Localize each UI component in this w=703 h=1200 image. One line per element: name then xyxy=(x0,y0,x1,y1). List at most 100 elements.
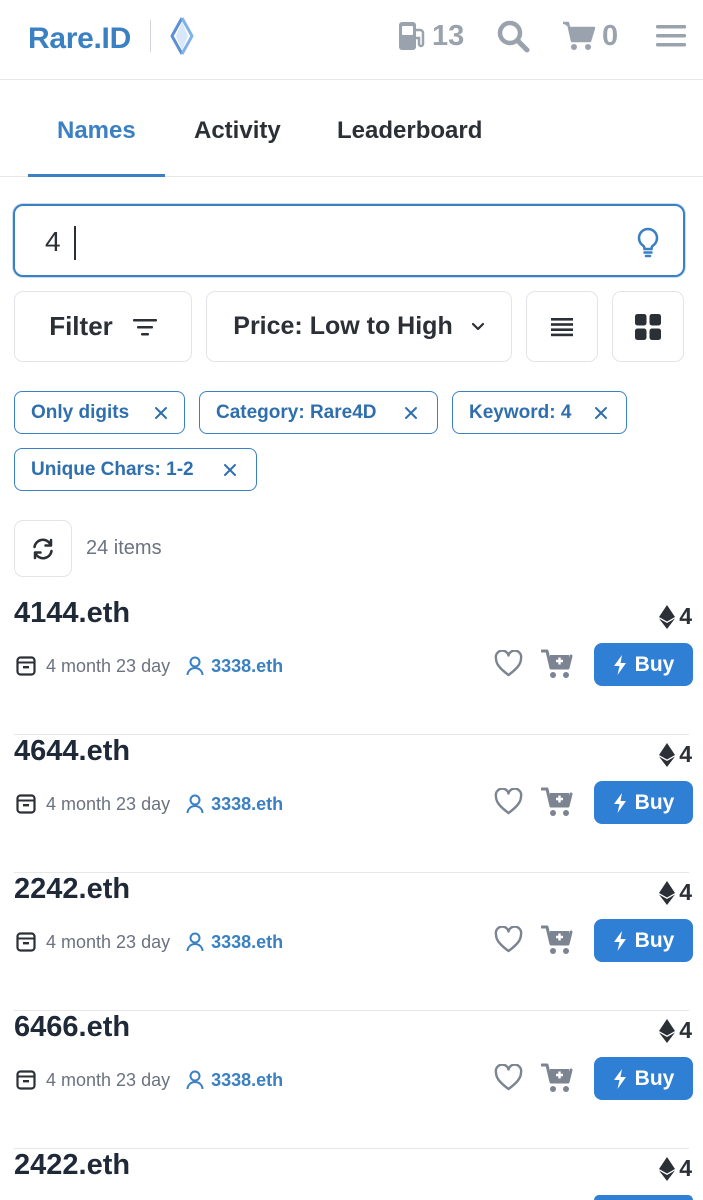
tab-leaderboard[interactable]: Leaderboard xyxy=(337,117,482,145)
listing-meta: 4 month 23 day 3338.eth xyxy=(16,653,283,679)
listing-price: 4 xyxy=(659,603,692,630)
close-icon[interactable] xyxy=(403,405,419,421)
ethereum-icon xyxy=(659,880,676,905)
logo-divider xyxy=(150,20,151,52)
search-button[interactable] xyxy=(496,18,530,54)
sort-select[interactable]: Price: Low to High xyxy=(206,291,512,362)
user-icon xyxy=(186,932,204,952)
grid-view-button[interactable] xyxy=(612,291,684,362)
buy-button[interactable]: Buy xyxy=(594,1057,693,1100)
filter-label: Filter xyxy=(49,311,113,341)
listing-name[interactable]: 2242.eth xyxy=(14,873,130,906)
add-to-cart-icon[interactable] xyxy=(541,924,575,956)
listing-owner[interactable]: 3338.eth xyxy=(211,656,283,677)
close-icon[interactable] xyxy=(222,462,238,478)
listing-meta: 4 month 23 day 3338.eth xyxy=(16,929,283,955)
list-item[interactable]: 4644.eth 4 4 month 23 day 3338.eth Buy xyxy=(0,735,703,873)
add-to-cart-icon[interactable] xyxy=(541,1062,575,1094)
lightning-icon xyxy=(613,1068,626,1089)
close-icon[interactable] xyxy=(593,405,609,421)
rare-id-logo-icon xyxy=(170,17,194,55)
price-value: 4 xyxy=(679,741,692,767)
close-icon[interactable] xyxy=(153,405,169,421)
listing-name[interactable]: 4644.eth xyxy=(14,735,130,768)
chip-only-digits[interactable]: Only digits xyxy=(14,391,185,434)
gas-pump-icon xyxy=(399,22,425,50)
chip-label: Category: Rare4D xyxy=(216,401,377,423)
chevron-down-icon xyxy=(471,322,484,330)
listing-price: 4 xyxy=(659,741,692,768)
listing-age: 4 month 23 day xyxy=(46,931,171,952)
add-to-cart-icon[interactable] xyxy=(541,648,575,680)
active-tab-indicator xyxy=(28,174,165,177)
calendar-icon xyxy=(16,1070,36,1090)
search-input[interactable] xyxy=(45,224,605,260)
search-box[interactable] xyxy=(13,204,685,277)
buy-label: Buy xyxy=(634,1066,675,1090)
chip-category[interactable]: Category: Rare4D xyxy=(199,391,438,434)
ethereum-icon xyxy=(659,742,676,767)
listing-price: 4 xyxy=(659,1017,692,1044)
price-value: 4 xyxy=(679,879,692,905)
menu-icon xyxy=(656,25,686,47)
menu-button[interactable] xyxy=(656,18,686,54)
text-caret xyxy=(74,226,76,260)
cart-button[interactable]: 0 xyxy=(562,18,618,54)
buy-button[interactable]: Buy xyxy=(594,919,693,962)
price-value: 4 xyxy=(679,1017,692,1043)
buy-label: Buy xyxy=(634,790,675,814)
heart-icon[interactable] xyxy=(494,1064,523,1091)
ethereum-icon xyxy=(659,1156,676,1181)
price-value: 4 xyxy=(679,1155,692,1181)
listing-name[interactable]: 6466.eth xyxy=(14,1011,130,1044)
search-icon xyxy=(497,20,530,53)
user-icon xyxy=(186,656,204,676)
chip-label: Keyword: 4 xyxy=(469,401,572,423)
list-item[interactable]: 6466.eth 4 4 month 23 day 3338.eth Buy xyxy=(0,1011,703,1149)
listing-name[interactable]: 2422.eth xyxy=(14,1149,130,1182)
tab-names[interactable]: Names xyxy=(57,117,136,145)
listing-age: 4 month 23 day xyxy=(46,793,171,814)
items-count: 24 items xyxy=(86,537,162,559)
list-item[interactable]: 4144.eth 4 4 month 23 day 3338.eth Buy xyxy=(0,597,703,735)
grid-view-icon xyxy=(635,313,661,340)
listing-owner[interactable]: 3338.eth xyxy=(211,932,283,953)
calendar-icon xyxy=(16,656,36,676)
list-item[interactable]: 2422.eth 4 xyxy=(0,1149,703,1200)
buy-button[interactable]: Buy xyxy=(594,643,693,686)
buy-button[interactable]: Buy xyxy=(594,781,693,824)
heart-icon[interactable] xyxy=(494,650,523,677)
listing-name[interactable]: 4144.eth xyxy=(14,597,130,630)
gas-count: 13 xyxy=(432,19,465,52)
user-icon xyxy=(186,1070,204,1090)
logo-text[interactable]: Rare.ID xyxy=(28,22,131,56)
sort-label: Price: Low to High xyxy=(233,312,453,340)
tab-activity[interactable]: Activity xyxy=(194,117,281,145)
chip-keyword[interactable]: Keyword: 4 xyxy=(452,391,627,434)
heart-icon[interactable] xyxy=(494,788,523,815)
lightning-icon xyxy=(613,654,626,675)
list-item[interactable]: 2242.eth 4 4 month 23 day 3338.eth Buy xyxy=(0,873,703,1011)
add-to-cart-icon[interactable] xyxy=(541,786,575,818)
ethereum-icon xyxy=(659,604,676,629)
calendar-icon xyxy=(16,794,36,814)
listing-owner[interactable]: 3338.eth xyxy=(211,1070,283,1091)
buy-button[interactable] xyxy=(594,1195,693,1200)
filter-lines-icon xyxy=(132,318,157,335)
chip-unique-chars[interactable]: Unique Chars: 1-2 xyxy=(14,448,257,491)
ethereum-icon xyxy=(659,1018,676,1043)
refresh-button[interactable] xyxy=(14,520,72,577)
lightbulb-icon[interactable] xyxy=(635,226,661,258)
list-view-button[interactable] xyxy=(526,291,598,362)
listing-owner[interactable]: 3338.eth xyxy=(211,794,283,815)
list-view-icon xyxy=(551,317,573,336)
filter-button[interactable]: Filter xyxy=(14,291,192,362)
chip-label: Only digits xyxy=(31,401,130,423)
gas-price-indicator[interactable]: 13 xyxy=(398,18,464,54)
listing-meta: 4 month 23 day 3338.eth xyxy=(16,1067,283,1093)
listing-age: 4 month 23 day xyxy=(46,655,171,676)
heart-icon[interactable] xyxy=(494,926,523,953)
refresh-icon xyxy=(33,538,53,559)
listing-age: 4 month 23 day xyxy=(46,1069,171,1090)
buy-label: Buy xyxy=(634,928,675,952)
